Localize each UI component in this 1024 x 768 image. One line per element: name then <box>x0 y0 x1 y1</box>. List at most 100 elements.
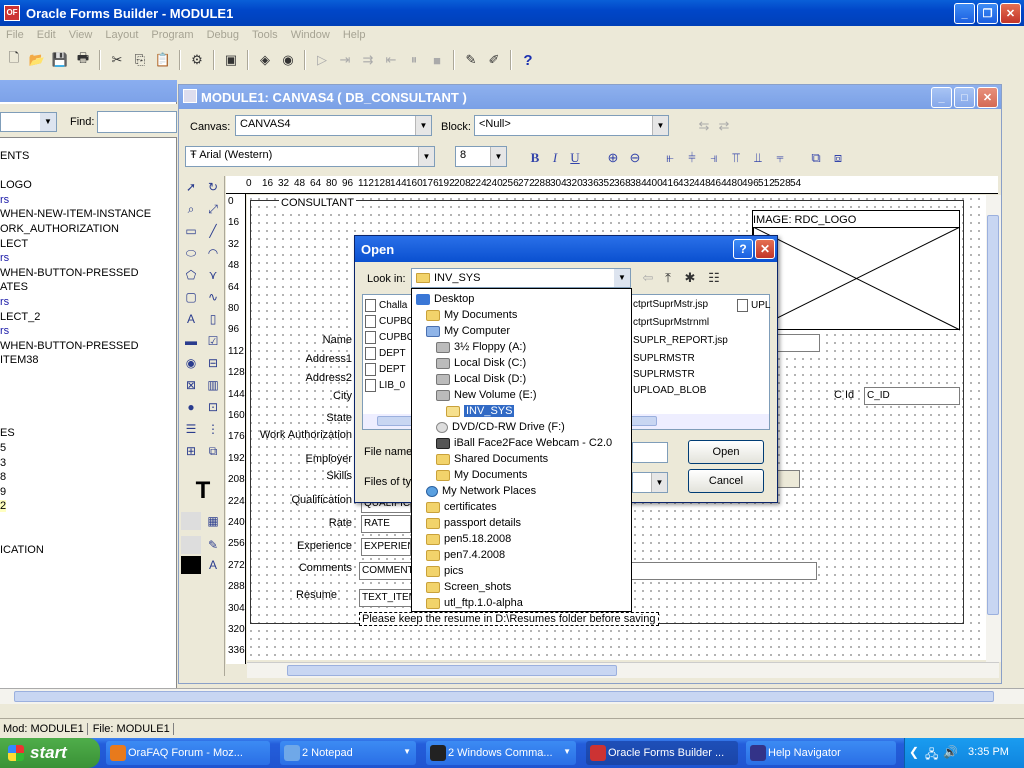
navigator-item[interactable]: ATES <box>0 281 28 293</box>
navigator-item[interactable]: ES <box>0 427 15 439</box>
look-in-option[interactable]: Screen_shots <box>426 579 511 595</box>
navigator-item[interactable]: rs <box>0 296 9 308</box>
align-middle-icon[interactable]: ⫫ <box>748 148 768 168</box>
step-over-icon[interactable]: ⇉ <box>358 50 378 70</box>
radio-tool-icon[interactable]: ◉ <box>181 354 201 372</box>
look-in-option[interactable]: pen7.4.2008 <box>426 547 505 563</box>
chevron-down-icon[interactable]: ▼ <box>490 147 506 166</box>
file-item[interactable]: ctprtSuprMstr.jsp <box>633 299 708 310</box>
polyline-tool-icon[interactable]: ⋎ <box>203 266 223 284</box>
navigator-item[interactable]: 9 <box>0 486 6 498</box>
taskbar-button[interactable]: OraFAQ Forum - Moz... <box>106 741 270 765</box>
group-arrow-icon[interactable]: ▼ <box>403 747 411 756</box>
scrollbar-thumb[interactable] <box>987 215 999 615</box>
look-in-option[interactable]: Local Disk (C:) <box>436 355 526 371</box>
menu-program[interactable]: Program <box>145 29 200 41</box>
image-tool-icon[interactable]: ⊠ <box>181 376 201 394</box>
file-item[interactable]: UPL <box>737 299 770 312</box>
menu-view[interactable]: View <box>63 29 100 41</box>
file-item[interactable]: CUPBO <box>365 331 415 344</box>
arc-tool-icon[interactable]: ◠ <box>203 244 223 262</box>
fill-color-swatch[interactable] <box>181 512 201 530</box>
window-icon[interactable] <box>183 89 197 103</box>
reshape-tool-icon[interactable]: ⤢ <box>203 200 223 218</box>
experience-field[interactable]: EXPERIEN <box>361 538 411 556</box>
scrollbar-thumb[interactable] <box>287 665 617 676</box>
checkbox-tool-icon[interactable]: ☑ <box>203 332 223 350</box>
navigator-item[interactable]: ICATION <box>0 544 44 556</box>
canvas-maximize-button[interactable]: □ <box>954 87 975 108</box>
mdi-horizontal-scrollbar[interactable] <box>0 688 1024 704</box>
look-in-select[interactable]: INV_SYS ▼ <box>411 268 631 288</box>
save-icon[interactable]: 💾 <box>50 50 70 70</box>
tray-arrow-icon[interactable]: ❮ <box>909 745 919 759</box>
chevron-down-icon[interactable]: ▼ <box>651 473 667 492</box>
dialog-close-button[interactable]: ✕ <box>755 239 775 259</box>
text-color-swatch[interactable] <box>181 556 201 574</box>
compile-icon[interactable]: ⚙ <box>187 50 207 70</box>
app-icon[interactable]: OF <box>4 5 20 21</box>
ole-tool-icon[interactable]: ● <box>181 398 201 416</box>
scrollbar-thumb[interactable] <box>14 691 994 702</box>
file-item[interactable]: Challa <box>365 299 407 312</box>
taskbar-button[interactable]: Help Navigator <box>746 741 896 765</box>
rate-field[interactable]: RATE <box>361 515 411 533</box>
navigator-item[interactable]: LOGO <box>0 179 32 191</box>
help-button[interactable]: ? <box>733 239 753 259</box>
canvas-vertical-scrollbar[interactable] <box>986 195 1001 662</box>
file-item[interactable]: LIB_0 <box>365 379 405 392</box>
rounded-rect-tool-icon[interactable]: ▢ <box>181 288 201 306</box>
convert-icon[interactable]: ⇆ <box>694 116 714 136</box>
look-in-option[interactable]: Shared Documents <box>436 451 548 467</box>
network-icon[interactable]: 🖧 <box>925 745 938 766</box>
close-button[interactable]: ✕ <box>1000 3 1021 24</box>
line-tool-icon[interactable]: ╱ <box>203 222 223 240</box>
tree-tool-icon[interactable]: ⋮ <box>203 420 223 438</box>
wizard-icon[interactable]: ✎ <box>461 50 481 70</box>
logo-image-item[interactable]: IMAGE: RDC_LOGO <box>752 210 961 331</box>
volume-icon[interactable]: 🔊 <box>943 745 958 759</box>
look-in-option[interactable]: passport details <box>426 515 521 531</box>
chevron-down-icon[interactable]: ▼ <box>652 116 668 135</box>
font-select[interactable]: Ŧ Arial (Western) ▼ <box>185 146 435 167</box>
view-menu-icon[interactable]: ☷ <box>704 268 724 288</box>
navigator-item[interactable]: 3 <box>0 457 6 469</box>
copy-icon[interactable]: ⎘ <box>130 50 150 70</box>
canvas-select[interactable]: CANVAS4 ▼ <box>235 115 432 136</box>
send-back-icon[interactable]: ⧈ <box>828 148 848 168</box>
go-icon[interactable]: ▷ <box>312 50 332 70</box>
rectangle-tool-icon[interactable]: ▭ <box>181 222 201 240</box>
navigator-item[interactable]: WHEN-NEW-ITEM-INSTANCE <box>0 208 151 220</box>
minimize-button[interactable]: _ <box>954 3 975 24</box>
navigator-dropdown[interactable]: ▼ <box>0 112 57 132</box>
look-in-option[interactable]: DVD/CD-RW Drive (F:) <box>436 419 565 435</box>
text-item-tool-icon[interactable]: ⊟ <box>203 354 223 372</box>
file-item[interactable]: UPLOAD_BLOB <box>633 385 706 396</box>
chart-tool-icon[interactable]: ▥ <box>203 376 223 394</box>
look-in-option[interactable]: Desktop <box>416 291 474 307</box>
navigator-item[interactable]: rs <box>0 252 9 264</box>
polygon-tool-icon[interactable]: ⬠ <box>181 266 201 284</box>
look-in-option[interactable]: pics <box>426 563 464 579</box>
resume-field[interactable]: TEXT_ITEM <box>359 589 413 607</box>
up-folder-icon[interactable]: ⤒ <box>658 268 678 288</box>
run-form-icon[interactable]: ▣ <box>221 50 241 70</box>
navigator-item[interactable]: rs <box>0 194 9 206</box>
navigator-item[interactable]: ENTS <box>0 150 29 162</box>
navigator-titlebar[interactable] <box>0 80 177 102</box>
bring-front-icon[interactable]: ⧉ <box>806 148 826 168</box>
file-item[interactable]: ctprtSuprMstrnml <box>633 317 709 328</box>
cancel-button[interactable]: Cancel <box>688 469 764 493</box>
frame-tool-icon[interactable]: ▯ <box>203 310 223 328</box>
navigator-item[interactable]: 8 <box>0 471 6 483</box>
cid-field[interactable]: C_ID <box>864 387 960 405</box>
canvas-horizontal-scrollbar[interactable] <box>247 662 999 678</box>
italic-icon[interactable]: I <box>545 148 565 168</box>
text-size-icon[interactable]: T <box>191 477 215 504</box>
file-item[interactable]: CUPBO <box>365 315 415 328</box>
line-color-icon[interactable]: ✎ <box>203 536 223 554</box>
file-name-input[interactable] <box>632 442 668 463</box>
start-button[interactable]: start <box>0 738 100 768</box>
align-top-icon[interactable]: ⫪ <box>726 148 746 168</box>
font-size-select[interactable]: 8 ▼ <box>455 146 507 167</box>
